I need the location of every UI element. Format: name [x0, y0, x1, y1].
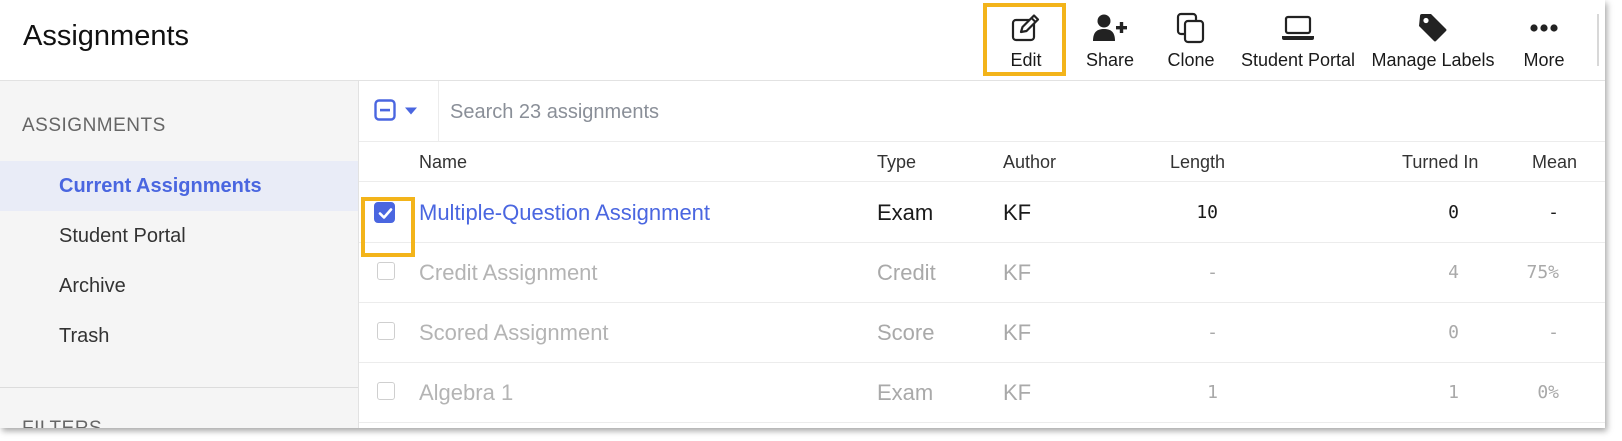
assignment-turned-in: 0	[1448, 202, 1459, 223]
assignment-length: -	[1207, 322, 1218, 343]
edit-label: Edit	[1010, 50, 1042, 70]
student-portal-label: Student Portal	[1240, 50, 1356, 70]
assignment-turned-in: 1	[1448, 382, 1459, 403]
assignment-turned-in: 0	[1448, 322, 1459, 343]
assignment-author: KF	[1003, 380, 1032, 405]
manage-labels-label: Manage Labels	[1371, 50, 1495, 70]
edit-button[interactable]: Edit	[995, 8, 1057, 72]
table-row[interactable]: Scored Assignment Score KF - 0 -	[359, 302, 1605, 363]
sidebar: ASSIGNMENTS Current Assignments Student …	[0, 81, 359, 428]
toolbar-divider	[1597, 14, 1599, 66]
sidebar-section-filters: FILTERS	[22, 418, 102, 428]
share-label: Share	[1085, 50, 1135, 70]
assignment-mean: 0%	[1537, 382, 1559, 403]
column-header-type[interactable]: Type	[877, 152, 916, 173]
edit-icon	[1010, 12, 1042, 44]
assignment-mean: 75%	[1526, 262, 1559, 283]
page-title: Assignments	[23, 20, 190, 52]
assignment-name-link[interactable]: Algebra 1	[419, 380, 513, 406]
minus-square-icon	[374, 98, 396, 126]
assignment-author: KF	[1003, 260, 1032, 285]
more-label: More	[1523, 50, 1565, 70]
assignment-type: Score	[877, 320, 935, 345]
manage-labels-button[interactable]: Manage Labels	[1371, 8, 1495, 72]
sidebar-item-current-assignments[interactable]: Current Assignments	[0, 161, 358, 211]
assignment-type: Exam	[877, 380, 934, 405]
search-bar	[359, 81, 1605, 142]
assignment-name-link[interactable]: Scored Assignment	[419, 320, 609, 346]
table-row[interactable]: Multiple-Question Assignment Exam KF 10 …	[359, 182, 1605, 257]
row-checkbox[interactable]	[377, 322, 395, 340]
table-row[interactable]: Algebra 1 Exam KF 1 1 0%	[359, 362, 1605, 423]
bulk-select-dropdown[interactable]	[374, 98, 434, 126]
row-checkbox[interactable]	[377, 382, 395, 400]
ellipsis-icon	[1530, 12, 1558, 44]
assignment-name-link[interactable]: Credit Assignment	[419, 260, 598, 286]
table-header: Name Type Author Length Turned In Mean	[359, 141, 1605, 182]
assignment-length: 10	[1196, 202, 1218, 223]
sidebar-item-trash[interactable]: Trash	[0, 311, 358, 361]
main-content: Name Type Author Length Turned In Mean M…	[359, 81, 1605, 428]
table-row[interactable]: Credit Assignment Credit KF - 4 75%	[359, 242, 1605, 303]
clone-label: Clone	[1167, 50, 1215, 70]
column-header-author[interactable]: Author	[1003, 152, 1056, 173]
assignment-type: Credit	[877, 260, 936, 285]
app-window: Assignments Edit Share Clone Student Por…	[0, 0, 1605, 428]
caret-down-icon	[404, 103, 418, 121]
assignment-name-link[interactable]: Multiple-Question Assignment	[419, 200, 710, 226]
student-portal-button[interactable]: Student Portal	[1240, 8, 1356, 72]
assignment-mean: -	[1548, 322, 1559, 343]
user-plus-icon	[1092, 12, 1128, 44]
row-checkbox[interactable]	[361, 197, 415, 257]
clone-button[interactable]: Clone	[1161, 8, 1221, 72]
assignment-author: KF	[1003, 320, 1032, 345]
column-header-name[interactable]: Name	[419, 152, 467, 173]
assignment-length: 1	[1207, 382, 1218, 403]
assignment-author: KF	[1003, 200, 1032, 225]
sidebar-divider	[0, 387, 358, 388]
assignment-turned-in: 4	[1448, 262, 1459, 283]
share-button[interactable]: Share	[1078, 8, 1142, 72]
column-header-mean[interactable]: Mean	[1532, 152, 1577, 173]
assignment-length: -	[1207, 262, 1218, 283]
check-icon	[378, 208, 393, 219]
sidebar-section-title: ASSIGNMENTS	[22, 115, 166, 136]
assignment-mean: -	[1548, 202, 1559, 223]
column-header-turned-in[interactable]: Turned In	[1402, 152, 1478, 173]
search-input[interactable]	[448, 94, 1252, 130]
more-button[interactable]: More	[1516, 8, 1572, 72]
row-checkbox[interactable]	[377, 262, 395, 280]
header-bar: Assignments Edit Share Clone Student Por…	[0, 0, 1605, 81]
tag-icon	[1418, 12, 1448, 44]
sidebar-item-student-portal[interactable]: Student Portal	[0, 211, 358, 261]
column-header-length[interactable]: Length	[1170, 152, 1225, 173]
search-divider	[438, 81, 439, 141]
sidebar-item-archive[interactable]: Archive	[0, 261, 358, 311]
assignment-type: Exam	[877, 200, 934, 225]
copy-icon	[1176, 12, 1206, 44]
laptop-icon	[1281, 12, 1315, 44]
